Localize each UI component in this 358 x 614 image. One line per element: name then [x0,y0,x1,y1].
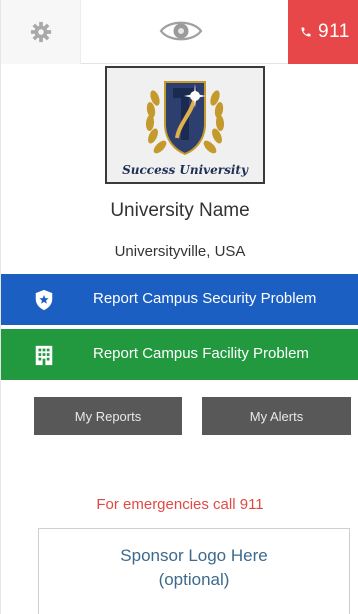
university-name: University Name [110,200,250,221]
university-location: Universityville, USA [114,243,246,260]
my-reports-button[interactable]: My Reports [34,397,182,435]
sponsor-logo-placeholder: Sponsor Logo Here (optional) [38,528,350,614]
building-icon [35,345,53,366]
report-facility-problem-label: Report Campus Facility Problem [93,345,309,362]
top-bar: 911 [1,0,358,64]
report-facility-problem-button[interactable]: Report Campus Facility Problem [1,329,358,380]
call-911-button[interactable]: 911 [288,0,358,64]
shield-star-icon [35,289,53,311]
sponsor-line-2: (optional) [158,570,230,589]
call-911-label: 911 [318,21,350,42]
settings-button[interactable] [1,0,81,64]
report-security-problem-button[interactable]: Report Campus Security Problem [1,274,358,325]
eye-icon [159,21,203,41]
phone-icon [301,27,311,37]
gear-icon [30,21,51,43]
logo-text: Success University [122,163,249,177]
my-alerts-button[interactable]: My Alerts [202,397,351,435]
report-security-problem-label: Report Campus Security Problem [93,290,317,307]
sponsor-line-1: Sponsor Logo Here [120,546,268,565]
view-toggle-button[interactable] [151,8,211,54]
app-screen: 911 Success University University Name U… [0,0,358,614]
emergency-notice: For emergencies call 911 [96,496,264,513]
university-logo: Success University [105,66,265,184]
